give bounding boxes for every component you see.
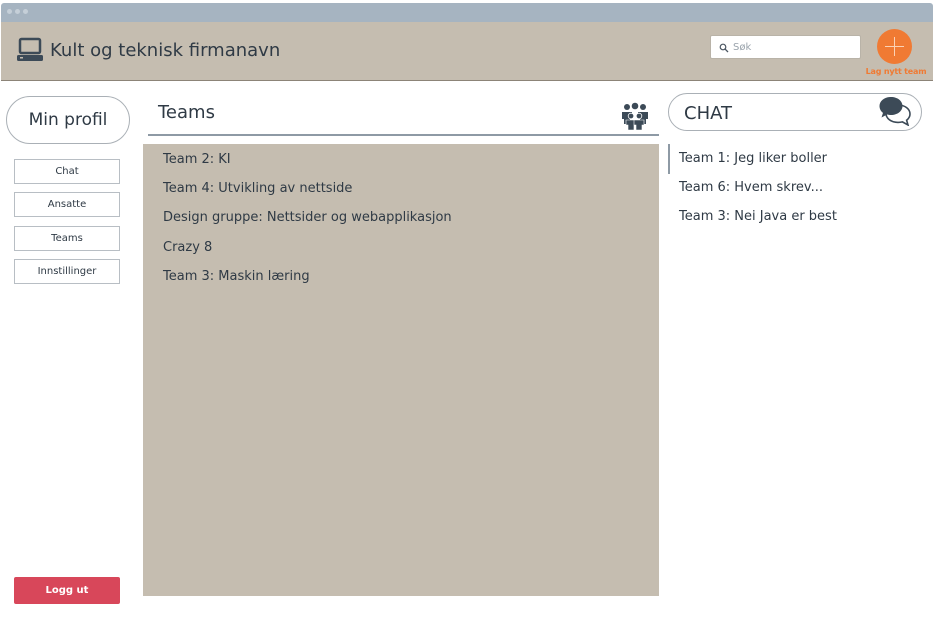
team-list-item[interactable]: Team 2: KI <box>163 152 231 167</box>
sidebar-item-innstillinger[interactable]: Innstillinger <box>14 259 120 284</box>
laptop-icon <box>17 37 43 61</box>
search-icon <box>719 43 729 53</box>
search-input[interactable] <box>733 39 855 55</box>
sidebar-item-teams[interactable]: Teams <box>14 226 120 251</box>
add-team-label[interactable]: Lag nytt team <box>861 67 931 76</box>
teams-title: Teams <box>158 102 215 123</box>
window-controls <box>7 9 28 14</box>
chat-list-item[interactable]: Team 1: Jeg liker boller <box>679 151 827 166</box>
app-title: Kult og teknisk firmanavn <box>50 40 281 61</box>
chat-header[interactable]: CHAT <box>668 93 922 131</box>
window-dot[interactable] <box>7 9 12 14</box>
chat-list-item[interactable]: Team 3: Nei Java er best <box>679 209 837 224</box>
logout-button[interactable]: Logg ut <box>14 577 120 604</box>
chat-title: CHAT <box>684 103 733 124</box>
chat-list-item[interactable]: Team 6: Hvem skrev... <box>679 180 823 195</box>
chat-bubbles-icon <box>879 97 911 126</box>
people-group-icon <box>622 102 648 130</box>
team-list-item[interactable]: Team 3: Maskin læring <box>163 269 310 284</box>
team-list-item[interactable]: Team 4: Utvikling av nettside <box>163 181 352 196</box>
window-dot[interactable] <box>23 9 28 14</box>
chat-selection-indicator <box>668 144 670 174</box>
add-team-button[interactable] <box>877 29 912 64</box>
sidebar-item-chat[interactable]: Chat <box>14 159 120 184</box>
profile-button[interactable]: Min profil <box>6 96 130 144</box>
teams-list: Team 2: KI Team 4: Utvikling av nettside… <box>143 144 659 596</box>
team-list-item[interactable]: Crazy 8 <box>163 240 212 255</box>
app-header: Kult og teknisk firmanavn Lag nytt team <box>1 22 933 81</box>
window-dot[interactable] <box>15 9 20 14</box>
team-list-item[interactable]: Design gruppe: Nettsider og webapplikasj… <box>163 210 452 225</box>
teams-divider <box>148 134 659 136</box>
sidebar-item-ansatte[interactable]: Ansatte <box>14 192 120 217</box>
search-box[interactable] <box>710 35 861 59</box>
window-titlebar <box>1 3 933 22</box>
